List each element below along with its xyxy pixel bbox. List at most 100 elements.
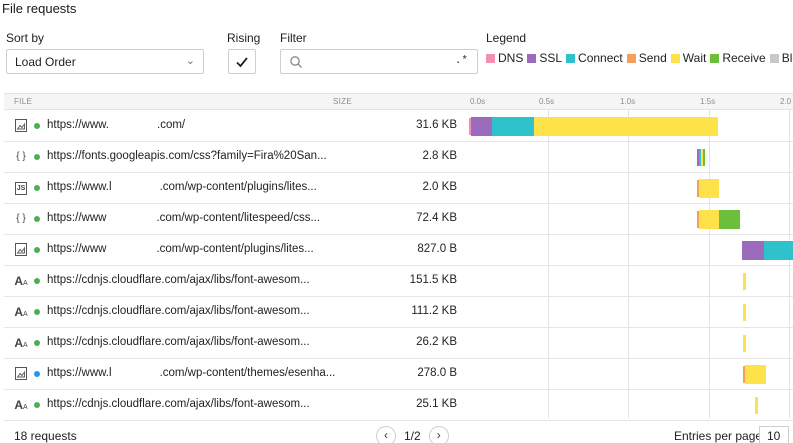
- image-file-icon: [14, 367, 28, 381]
- request-size: 2.8 KB: [422, 150, 457, 162]
- font-file-icon: AA: [14, 305, 28, 319]
- timing-segment: [699, 179, 719, 198]
- table-row[interactable]: AA https://cdnjs.cloudflare.com/ajax/libs…: [4, 390, 793, 421]
- css-file-icon: { }: [16, 151, 26, 162]
- legend-label: Connect: [578, 51, 623, 65]
- table-row[interactable]: JS https://www.l .com/wp-content/plugins/l…: [4, 173, 793, 204]
- url-start: https://cdnjs.cloudflare.com/ajax/libs/f…: [47, 274, 310, 286]
- request-size: 151.5 KB: [409, 274, 457, 286]
- timeline-tick: 2.0: [780, 97, 792, 106]
- request-url[interactable]: https://www .com/wp-content/litespeed/css…: [47, 212, 320, 224]
- prev-page-button[interactable]: ‹: [376, 426, 396, 443]
- rising-label: Rising: [227, 31, 261, 45]
- chevron-down-icon: ⌄: [185, 55, 195, 67]
- url-start: https://www: [47, 212, 107, 224]
- entries-per-page-label: Entries per page:: [674, 429, 766, 443]
- url-start: https://www.: [47, 119, 109, 131]
- search-icon: [290, 56, 302, 68]
- image-file-icon: [14, 119, 28, 133]
- filter-input[interactable]: .*: [280, 49, 478, 74]
- legend-swatch: [670, 53, 680, 63]
- timing-segment: [764, 241, 793, 260]
- request-url[interactable]: https://www.l .com/wp-content/plugins/lit…: [47, 181, 317, 193]
- font-file-icon: AA: [14, 398, 28, 412]
- rising-checkbox[interactable]: [228, 49, 256, 74]
- request-url[interactable]: https://cdnjs.cloudflare.com/ajax/libs/f…: [47, 398, 310, 410]
- request-url[interactable]: https://cdnjs.cloudflare.com/ajax/libs/f…: [47, 274, 310, 286]
- request-size: 827.0 B: [417, 243, 457, 255]
- requests-table: FILE SIZE 0.0s 0.5s 1.0s 1.5s 2.0 https:…: [4, 93, 793, 421]
- waterfall-bar: [469, 297, 793, 328]
- waterfall-bar: [469, 111, 793, 142]
- entries-per-page-select[interactable]: 10: [759, 426, 789, 443]
- legend-item: Send: [626, 51, 667, 65]
- status-dot: [34, 402, 40, 408]
- table-row[interactable]: https://www. .com/31.6 KB: [4, 111, 793, 142]
- waterfall-bar: [469, 328, 793, 359]
- next-page-button[interactable]: ›: [428, 426, 449, 443]
- waterfall-bar: [469, 266, 793, 297]
- timing-segment: [743, 273, 746, 290]
- legend-swatch: [566, 53, 576, 63]
- font-file-icon: AA: [14, 336, 28, 350]
- status-dot: [34, 309, 40, 315]
- waterfall-bar: [469, 235, 793, 266]
- request-url[interactable]: https://www. .com/: [47, 119, 185, 131]
- url-start: https://www.l: [47, 367, 112, 379]
- timing-segment: [745, 365, 766, 384]
- pagination: ‹ 1/2 ›: [376, 426, 449, 443]
- table-row[interactable]: https://www .com/wp-content/plugins/lites…: [4, 235, 793, 266]
- request-url[interactable]: https://www .com/wp-content/plugins/lites…: [47, 243, 314, 255]
- url-start: https://www: [47, 243, 107, 255]
- legend-item: Receive: [710, 51, 766, 65]
- url-start: https://cdnjs.cloudflare.com/ajax/libs/f…: [47, 336, 310, 348]
- regex-indicator[interactable]: .*: [455, 55, 468, 67]
- url-end: .com/wp-content/plugins/lites...: [156, 243, 314, 255]
- legend-label: DNS: [498, 51, 524, 65]
- sort-select[interactable]: Load Order ⌄: [6, 49, 204, 74]
- request-url[interactable]: https://fonts.googleapis.com/css?family=…: [47, 150, 327, 162]
- request-url[interactable]: https://cdnjs.cloudflare.com/ajax/libs/f…: [47, 336, 310, 348]
- css-file-icon: { }: [16, 213, 26, 224]
- table-row[interactable]: { } https://www .com/wp-content/litespeed/…: [4, 204, 793, 235]
- request-url[interactable]: https://cdnjs.cloudflare.com/ajax/libs/f…: [47, 305, 310, 317]
- legend-item: Wait: [670, 51, 706, 65]
- request-size: 26.2 KB: [416, 336, 457, 348]
- status-dot: [34, 247, 40, 253]
- url-end: .com/wp-content/litespeed/css...: [156, 212, 321, 224]
- timing-segment: [743, 335, 746, 352]
- legend-label: SSL: [539, 51, 563, 65]
- waterfall-bar: [469, 142, 793, 173]
- status-dot: [34, 123, 40, 129]
- sort-label: Sort by: [6, 31, 45, 45]
- status-dot: [34, 278, 40, 284]
- column-header-size[interactable]: SIZE: [333, 97, 352, 106]
- legend-label: Receive: [722, 51, 766, 65]
- table-row[interactable]: AA https://cdnjs.cloudflare.com/ajax/libs…: [4, 297, 793, 328]
- page-title: File requests: [2, 1, 77, 16]
- legend-item: Connect: [566, 51, 623, 65]
- timing-segment: [699, 210, 719, 229]
- legend-label: Blocke: [781, 51, 793, 65]
- waterfall-bar: [469, 204, 793, 235]
- url-start: https://fonts.googleapis.com/css?family=…: [47, 150, 327, 162]
- timing-segment: [534, 117, 718, 136]
- request-url[interactable]: https://www.l .com/wp-content/themes/esen…: [47, 367, 335, 379]
- status-dot: [34, 340, 40, 346]
- status-dot: [34, 371, 40, 377]
- table-row[interactable]: https://www.l .com/wp-content/themes/esen…: [4, 359, 793, 390]
- request-size: 278.0 B: [417, 367, 457, 379]
- js-file-icon: JS: [14, 181, 28, 195]
- request-size: 25.1 KB: [416, 398, 457, 410]
- table-row[interactable]: AA https://cdnjs.cloudflare.com/ajax/libs…: [4, 328, 793, 359]
- column-header-file[interactable]: FILE: [14, 97, 32, 106]
- table-row[interactable]: { } https://fonts.googleapis.com/css?fami…: [4, 142, 793, 173]
- url-end: .com/: [157, 119, 186, 131]
- request-size: 111.2 KB: [411, 305, 457, 317]
- sort-value: Load Order: [15, 55, 76, 69]
- timing-segment: [703, 149, 705, 166]
- timing-segment: [743, 304, 746, 321]
- table-header: FILE SIZE 0.0s 0.5s 1.0s 1.5s 2.0: [4, 94, 793, 110]
- table-row[interactable]: AA https://cdnjs.cloudflare.com/ajax/libs…: [4, 266, 793, 297]
- image-file-icon: [14, 243, 28, 257]
